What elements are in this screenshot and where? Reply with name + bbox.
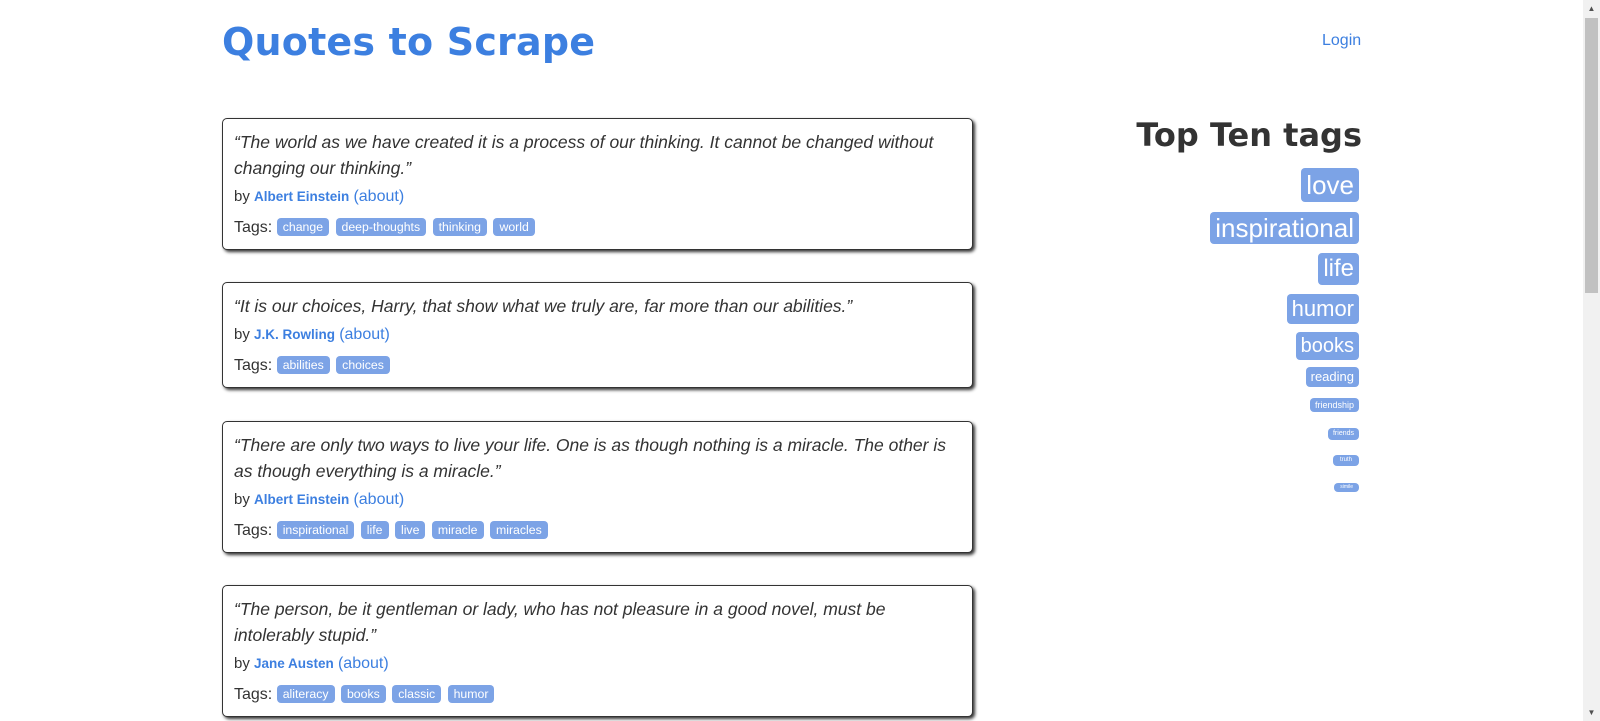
- quote-tags: Tags: abilities choices: [234, 355, 962, 377]
- chevron-down-icon[interactable]: ▼: [1583, 704, 1600, 721]
- page-scrollbar[interactable]: ▲ ▼: [1583, 0, 1600, 721]
- quote-text: “It is our choices, Harry, that show wha…: [234, 296, 853, 316]
- top-tag-reading[interactable]: reading: [1305, 367, 1359, 387]
- top-tag-life[interactable]: life: [1318, 253, 1359, 285]
- about-link[interactable]: (about): [339, 326, 390, 343]
- top-tag-friends[interactable]: friends: [1327, 428, 1359, 440]
- quote-byline: by Jane Austen (about): [234, 653, 962, 675]
- tag-link[interactable]: aliteracy: [276, 685, 335, 703]
- sidebar-title: Top Ten tags: [1136, 116, 1362, 154]
- tag-link[interactable]: miracle: [431, 521, 484, 539]
- tag-link[interactable]: life: [360, 521, 389, 539]
- tag-link[interactable]: deep-thoughts: [335, 218, 427, 236]
- tags-label: Tags:: [234, 522, 273, 539]
- quote-text: “There are only two ways to live your li…: [234, 435, 946, 481]
- tag-link[interactable]: change: [276, 218, 330, 236]
- quote-tags: Tags: aliteracy books classic humor: [234, 684, 962, 706]
- quote-byline: by J.K. Rowling (about): [234, 324, 962, 346]
- about-link[interactable]: (about): [338, 655, 389, 672]
- by-label: by: [234, 188, 250, 205]
- about-link[interactable]: (about): [353, 491, 404, 508]
- tag-link[interactable]: miracles: [489, 521, 548, 539]
- tag-link[interactable]: books: [340, 685, 386, 703]
- quote-text: “The person, be it gentleman or lady, wh…: [234, 599, 886, 645]
- quote-tags: Tags: inspirational life live miracle mi…: [234, 520, 962, 542]
- author-name: J.K. Rowling: [254, 327, 336, 342]
- site-title-link[interactable]: Quotes to Scrape: [222, 20, 595, 64]
- tag-link[interactable]: thinking: [432, 218, 487, 236]
- tag-link[interactable]: choices: [336, 356, 390, 374]
- chevron-up-icon[interactable]: ▲: [1583, 0, 1600, 17]
- tag-link[interactable]: live: [394, 521, 426, 539]
- by-label: by: [234, 326, 250, 343]
- about-link[interactable]: (about): [353, 188, 404, 205]
- quote-tags: Tags: change deep-thoughts thinking worl…: [234, 217, 962, 239]
- tags-label: Tags:: [234, 686, 273, 703]
- tag-link[interactable]: classic: [392, 685, 442, 703]
- top-tag-truth[interactable]: truth: [1332, 455, 1359, 466]
- quote-text: “The world as we have created it is a pr…: [234, 132, 934, 178]
- top-tag-inspirational[interactable]: inspirational: [1210, 212, 1359, 244]
- tag-link[interactable]: humor: [447, 685, 495, 703]
- top-tag-simile[interactable]: simile: [1334, 483, 1359, 492]
- login-link[interactable]: Login: [1322, 32, 1361, 50]
- quote-card: “There are only two ways to live your li…: [222, 421, 973, 553]
- top-tag-books[interactable]: books: [1295, 332, 1359, 360]
- quote-card: “The person, be it gentleman or lady, wh…: [222, 585, 973, 717]
- top-tag-friendship[interactable]: friendship: [1309, 398, 1359, 412]
- top-tag-humor[interactable]: humor: [1286, 294, 1359, 324]
- author-name: Albert Einstein: [254, 189, 350, 204]
- tag-link[interactable]: abilities: [276, 356, 330, 374]
- quote-card: “The world as we have created it is a pr…: [222, 118, 973, 250]
- author-name: Jane Austen: [254, 656, 334, 671]
- tags-label: Tags:: [234, 357, 273, 374]
- quote-card: “It is our choices, Harry, that show wha…: [222, 282, 973, 388]
- top-tag-love[interactable]: love: [1301, 168, 1359, 202]
- author-name: Albert Einstein: [254, 492, 350, 507]
- tag-link[interactable]: world: [493, 218, 535, 236]
- scrollbar-thumb[interactable]: [1585, 18, 1598, 293]
- tags-label: Tags:: [234, 219, 273, 236]
- by-label: by: [234, 655, 250, 672]
- by-label: by: [234, 491, 250, 508]
- tag-link[interactable]: inspirational: [276, 521, 355, 539]
- quote-byline: by Albert Einstein (about): [234, 489, 962, 511]
- quote-byline: by Albert Einstein (about): [234, 186, 962, 208]
